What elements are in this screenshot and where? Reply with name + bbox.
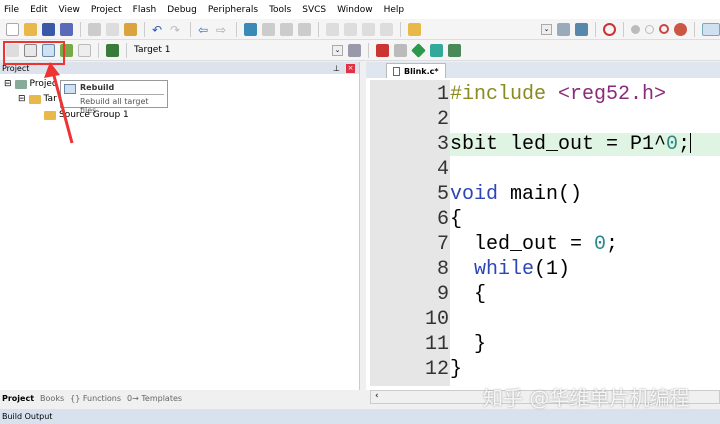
undo-icon[interactable]: ↶ [152, 23, 165, 37]
clear-bookmarks-icon[interactable] [298, 22, 311, 36]
manage-components-icon[interactable] [394, 43, 407, 57]
target-select[interactable]: Target 1 [134, 45, 234, 55]
unindent-icon[interactable] [344, 22, 357, 36]
find-in-files-icon[interactable] [408, 22, 421, 36]
tab-functions[interactable]: {} Functions [70, 394, 121, 403]
tab-templates[interactable]: 0→ Templates [127, 394, 182, 403]
code-line: 5 void main() [436, 183, 583, 206]
kill-breakpoints-icon[interactable] [674, 22, 687, 36]
code-line-current: 3 sbit led_out = P1^ 0; [370, 132, 720, 157]
uncomment-icon[interactable] [380, 22, 393, 36]
prev-bookmark-icon[interactable] [262, 22, 275, 36]
tab-blink-c[interactable]: Blink.c* [386, 63, 446, 78]
watermark: 知乎 @华维单片机编程 [483, 386, 690, 410]
back-icon[interactable]: ⇦ [198, 23, 211, 37]
menu-window[interactable]: Window [337, 5, 373, 15]
menu-view[interactable]: View [59, 5, 80, 15]
tree-item-target[interactable]: ⊟ Tar [18, 94, 57, 104]
build-output-header: Build Output [0, 409, 720, 424]
insert-breakpoint-icon[interactable] [631, 24, 640, 34]
code-area[interactable]: 1 #include <reg52.h> 2 3 sbit led_out = P1… [370, 82, 720, 382]
save-all-icon[interactable] [60, 22, 73, 36]
menu-bar: File Edit View Project Flash Debug Perip… [0, 0, 720, 19]
tooltip-subtitle: Rebuild all target files [80, 97, 149, 115]
editor-panel: Blink.c* 1 #include <reg52.h> 2 3 sbit led… [366, 62, 720, 390]
folder-icon [44, 110, 56, 120]
build-toolbar: Target 1 ⌄ [0, 40, 720, 61]
close-icon[interactable]: × [346, 63, 355, 73]
project-panel: Project ⊥ × ⊟ Projec ⊟ Tar Source Group 1 [0, 62, 360, 390]
menu-flash[interactable]: Flash [133, 5, 157, 15]
pin-icon[interactable]: ⊥ [333, 64, 340, 73]
editor-tab-bar: Blink.c* [366, 62, 720, 78]
scroll-left-icon[interactable]: ‹ [375, 391, 379, 401]
tab-project[interactable]: Project [2, 394, 34, 403]
menu-svcs[interactable]: SVCS [302, 5, 326, 15]
save-icon[interactable] [42, 22, 55, 36]
start-debug-icon[interactable] [603, 22, 616, 36]
indent-icon[interactable] [326, 22, 339, 36]
code-line: 12} [424, 358, 463, 381]
annotation-highlight-box [3, 41, 65, 65]
stop-build-icon[interactable] [78, 43, 91, 57]
disable-breakpoints-icon[interactable] [659, 24, 669, 34]
menu-file[interactable]: File [4, 5, 19, 15]
file-icon [393, 66, 400, 76]
download-icon[interactable] [106, 43, 119, 57]
forward-icon[interactable]: ⇨ [216, 23, 229, 37]
menu-project[interactable]: Project [91, 5, 122, 15]
rebuild-tooltip: Rebuild Rebuild all target files [60, 80, 168, 115]
run-time-env-icon[interactable] [448, 43, 461, 57]
target-dropdown[interactable]: ⌄ [332, 44, 343, 56]
cut-icon[interactable] [88, 22, 101, 36]
code-line: 10 [424, 308, 449, 331]
target-options-icon[interactable] [348, 43, 361, 57]
copy-icon[interactable] [106, 22, 119, 36]
file-toolbar: ↶ ↷ ⇦ ⇨ ⌄ [0, 19, 720, 40]
comment-icon[interactable] [362, 22, 375, 36]
code-line: 9 { [436, 283, 487, 306]
bookmark-icon[interactable] [244, 22, 257, 36]
tab-books[interactable]: Books [40, 394, 64, 403]
menu-help[interactable]: Help [384, 5, 405, 15]
incremental-find-icon[interactable] [557, 22, 570, 36]
new-file-icon[interactable] [6, 22, 19, 36]
code-line: 1 #include <reg52.h> [436, 83, 667, 106]
code-line: 7 led_out = 0; [436, 233, 619, 256]
redo-icon[interactable]: ↷ [170, 23, 183, 37]
enable-breakpoint-icon[interactable] [645, 24, 654, 34]
menu-tools[interactable]: Tools [269, 5, 291, 15]
pack-installer-icon[interactable] [430, 43, 443, 57]
menu-peripherals[interactable]: Peripherals [208, 5, 258, 15]
open-folder-icon[interactable] [24, 22, 37, 36]
menu-edit[interactable]: Edit [30, 5, 47, 15]
text-cursor [690, 133, 692, 153]
find-dropdown[interactable]: ⌄ [541, 23, 552, 35]
next-bookmark-icon[interactable] [280, 22, 293, 36]
debug-session-icon[interactable] [575, 22, 588, 36]
menu-debug[interactable]: Debug [167, 5, 197, 15]
code-line: 2 [436, 108, 449, 131]
code-line: 8 while (1) [436, 258, 571, 281]
project-icon [14, 79, 27, 89]
paste-icon[interactable] [124, 22, 137, 36]
code-line: 11 } [424, 333, 487, 356]
rebuild-icon [64, 84, 76, 94]
code-line: 4 [436, 158, 449, 181]
folder-icon [28, 94, 41, 104]
window-layout-icon[interactable] [702, 22, 720, 36]
tooltip-title: Rebuild [80, 83, 164, 95]
file-extensions-icon[interactable] [376, 43, 389, 57]
project-panel-tabs: Project Books {} Functions 0→ Templates [0, 390, 360, 406]
tree-item-project[interactable]: ⊟ Projec [4, 79, 57, 89]
select-packs-icon[interactable] [411, 42, 426, 58]
code-line: 6{ [436, 208, 463, 231]
